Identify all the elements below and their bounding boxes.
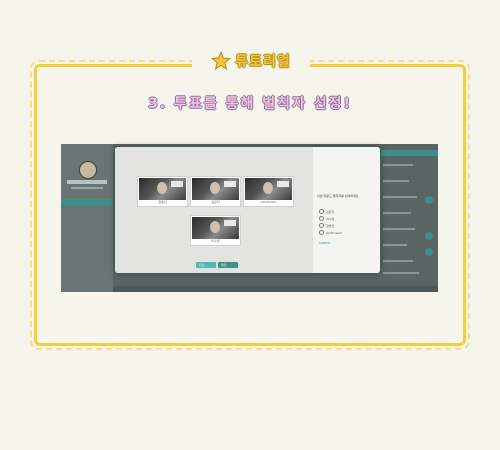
- title-text: 튜토리얼: [235, 54, 291, 70]
- chat-header-bar: [381, 150, 438, 156]
- chat-line: [383, 244, 407, 246]
- participant-name: tmdTnwkd: [260, 200, 277, 204]
- vote-option[interactable]: 이수정: [319, 216, 334, 221]
- modal-buttons: 취소 확인: [196, 262, 238, 268]
- participant-video[interactable]: 김은지: [190, 176, 241, 207]
- participant-name: 이수정: [211, 239, 220, 243]
- vote-panel: 이번 라운드 벌칙자를 선택하세요 김은지 이수정 정호신 tmdTnwkd S…: [313, 147, 380, 273]
- radio-icon[interactable]: [319, 223, 324, 228]
- confirm-button[interactable]: 확인: [218, 262, 238, 268]
- participant-name: 김은지: [211, 200, 220, 204]
- star-icon: [211, 51, 232, 71]
- chat-line: [383, 272, 419, 274]
- chat-bubble: [425, 196, 433, 204]
- radio-icon[interactable]: [319, 209, 324, 214]
- chat-line: [383, 180, 409, 182]
- chat-line: [383, 212, 411, 214]
- vote-question: 이번 라운드 벌칙자를 선택하세요: [317, 194, 359, 198]
- vote-option[interactable]: 김은지: [319, 209, 334, 214]
- submit-button[interactable]: SUBMIT: [319, 241, 330, 245]
- vote-modal: 정호신 김은지 tmdTnwkd 이수정 취소 확인 이번 라운드 벌칙자를 선…: [115, 147, 380, 273]
- participant-video[interactable]: 이수정: [190, 215, 241, 246]
- participant-video[interactable]: 정호신: [137, 176, 188, 207]
- participant-video[interactable]: tmdTnwkd: [243, 176, 294, 207]
- video-grid: 정호신 김은지 tmdTnwkd 이수정 취소 확인: [115, 147, 313, 273]
- chat-line: [383, 164, 413, 166]
- tutorial-title: 튜토리얼: [192, 50, 310, 72]
- radio-icon[interactable]: [319, 230, 324, 235]
- chat-bubble: [425, 248, 433, 256]
- vote-option[interactable]: tmdTnwkd: [319, 230, 342, 235]
- bottom-toolbar: [113, 286, 438, 292]
- chat-line: [383, 228, 415, 230]
- cancel-button[interactable]: 취소: [196, 262, 216, 268]
- profile-name-bar: [67, 180, 107, 184]
- chat-bubble: [425, 232, 433, 240]
- participant-name: 정호신: [158, 200, 167, 204]
- radio-icon[interactable]: [319, 216, 324, 221]
- sidebar: [61, 144, 113, 292]
- vote-option[interactable]: 정호신: [319, 223, 334, 228]
- sidebar-button[interactable]: [61, 199, 113, 206]
- chat-line: [383, 260, 413, 262]
- step-heading: 3. 투표를 통해 벌칙자 선정!: [148, 96, 352, 112]
- profile-sub-bar: [71, 187, 103, 189]
- chat-line: [383, 196, 417, 198]
- avatar: [79, 161, 97, 179]
